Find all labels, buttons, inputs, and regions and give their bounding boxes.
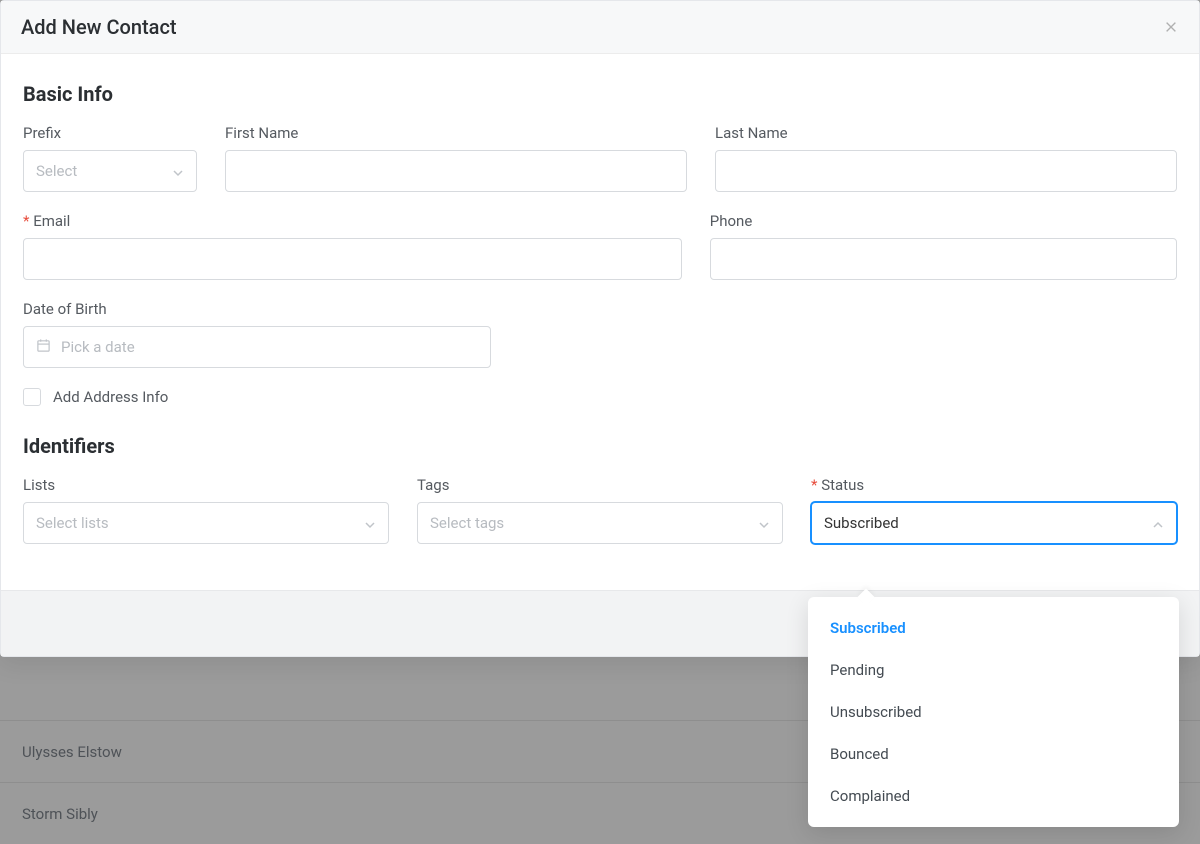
- status-option-bounced[interactable]: Bounced: [808, 733, 1179, 775]
- tags-placeholder: Select tags: [430, 514, 504, 532]
- lists-label: Lists: [23, 476, 389, 494]
- prefix-label: Prefix: [23, 124, 197, 142]
- status-option-subscribed[interactable]: Subscribed: [808, 607, 1179, 649]
- row-contact: Email Phone: [23, 212, 1177, 280]
- first-name-label: First Name: [225, 124, 687, 142]
- last-name-input[interactable]: [715, 150, 1177, 192]
- phone-label: Phone: [710, 212, 1177, 230]
- contact-name: Ulysses Elstow: [22, 743, 122, 761]
- status-dropdown: Subscribed Pending Unsubscribed Bounced …: [808, 597, 1179, 827]
- dob-label: Date of Birth: [23, 300, 491, 318]
- field-phone: Phone: [710, 212, 1177, 280]
- calendar-icon: [36, 338, 51, 357]
- contact-name: Storm Sibly: [22, 805, 98, 823]
- section-identifiers-title: Identifiers: [23, 434, 1177, 458]
- chevron-down-icon: [172, 165, 184, 177]
- status-option-complained[interactable]: Complained: [808, 775, 1179, 817]
- chevron-up-icon: [1152, 517, 1164, 529]
- status-select[interactable]: Subscribed: [811, 502, 1177, 544]
- first-name-input[interactable]: [225, 150, 687, 192]
- row-name: Prefix Select First Name Last Name: [23, 124, 1177, 192]
- prefix-placeholder: Select: [36, 162, 77, 180]
- lists-placeholder: Select lists: [36, 514, 109, 532]
- modal-body: Basic Info Prefix Select First Name Last…: [1, 54, 1199, 590]
- field-prefix: Prefix Select: [23, 124, 197, 192]
- add-address-label: Add Address Info: [53, 388, 168, 406]
- email-label: Email: [23, 212, 682, 230]
- last-name-label: Last Name: [715, 124, 1177, 142]
- dob-input[interactable]: Pick a date: [23, 326, 491, 368]
- modal-header: Add New Contact: [1, 1, 1199, 54]
- phone-input[interactable]: [710, 238, 1177, 280]
- row-dob: Date of Birth Pick a date: [23, 300, 1177, 368]
- dob-placeholder: Pick a date: [61, 338, 135, 356]
- status-label: Status: [811, 476, 1177, 494]
- close-icon[interactable]: [1163, 19, 1179, 35]
- tags-select[interactable]: Select tags: [417, 502, 783, 544]
- lists-select[interactable]: Select lists: [23, 502, 389, 544]
- status-value: Subscribed: [824, 514, 899, 532]
- status-option-unsubscribed[interactable]: Unsubscribed: [808, 691, 1179, 733]
- prefix-select[interactable]: Select: [23, 150, 197, 192]
- field-tags: Tags Select tags: [417, 476, 783, 544]
- add-address-checkbox[interactable]: [23, 388, 41, 406]
- field-email: Email: [23, 212, 682, 280]
- row-identifiers: Lists Select lists Tags Select tags: [23, 476, 1177, 544]
- chevron-down-icon: [364, 517, 376, 529]
- tags-label: Tags: [417, 476, 783, 494]
- field-lists: Lists Select lists: [23, 476, 389, 544]
- field-last-name: Last Name: [715, 124, 1177, 192]
- field-dob: Date of Birth Pick a date: [23, 300, 491, 368]
- add-contact-modal: Add New Contact Basic Info Prefix Select…: [0, 0, 1200, 657]
- modal-title: Add New Contact: [21, 15, 177, 39]
- email-input[interactable]: [23, 238, 682, 280]
- chevron-down-icon: [758, 517, 770, 529]
- section-basic-title: Basic Info: [23, 82, 1177, 106]
- add-address-row: Add Address Info: [23, 388, 1177, 406]
- field-first-name: First Name: [225, 124, 687, 192]
- status-option-pending[interactable]: Pending: [808, 649, 1179, 691]
- field-status: Status Subscribed: [811, 476, 1177, 544]
